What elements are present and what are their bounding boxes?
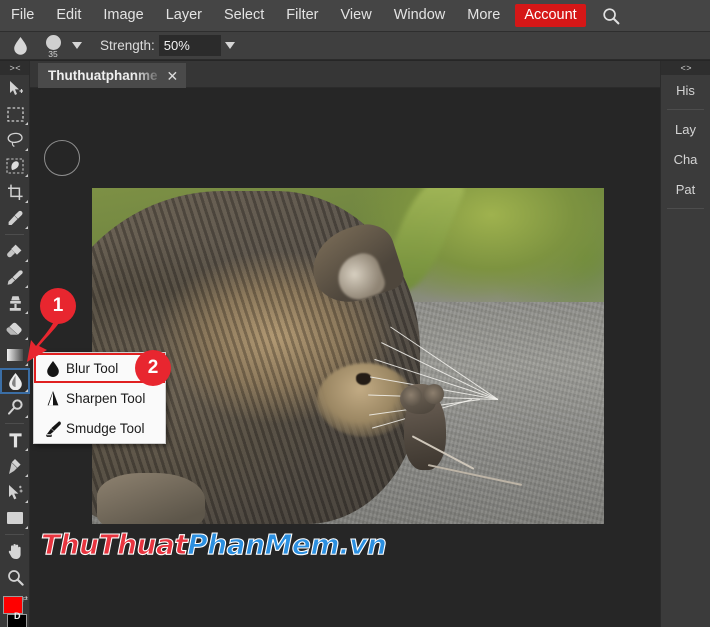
flyout-corner-icon bbox=[25, 148, 28, 151]
flyout-label-smudge-tool: Smudge Tool bbox=[66, 420, 145, 436]
blur-droplet-icon bbox=[8, 35, 32, 57]
app-window: File Edit Image Layer Select Filter View… bbox=[0, 0, 710, 627]
healing-tool[interactable] bbox=[0, 238, 30, 264]
flyout-corner-icon bbox=[25, 415, 28, 418]
menu-more[interactable]: More bbox=[456, 4, 511, 27]
brush-cursor-circle bbox=[44, 140, 80, 176]
brush-picker-chevron-down-icon[interactable] bbox=[72, 42, 82, 49]
photo-mouse bbox=[394, 376, 523, 487]
step-marker-2: 2 bbox=[135, 350, 171, 386]
watermark-part2: PhanMem.vn bbox=[187, 528, 388, 561]
account-button[interactable]: Account bbox=[515, 4, 586, 27]
flyout-corner-icon bbox=[25, 122, 28, 125]
brush-tool[interactable] bbox=[0, 264, 30, 290]
strength-picker-chevron-down-icon[interactable] bbox=[224, 42, 235, 49]
tool-options-bar: 35 Strength: 50% bbox=[0, 32, 710, 60]
move-tool[interactable] bbox=[0, 75, 30, 101]
flyout-corner-icon bbox=[25, 226, 28, 229]
eyedropper-tool[interactable] bbox=[0, 205, 30, 231]
right-panel-divider bbox=[667, 109, 704, 110]
toolbar-divider bbox=[5, 234, 24, 235]
path-select-tool[interactable] bbox=[0, 479, 30, 505]
flyout-corner-icon bbox=[25, 448, 28, 451]
flyout-corner-icon bbox=[25, 174, 28, 177]
smudge-finger-icon bbox=[40, 420, 66, 437]
menu-view[interactable]: View bbox=[330, 4, 383, 27]
panel-tab-history[interactable]: His bbox=[661, 75, 710, 105]
panel-tab-layers[interactable]: Lay bbox=[661, 114, 710, 144]
document-tab[interactable]: Thuthuatphanme ✕ bbox=[38, 63, 187, 88]
menu-bar: File Edit Image Layer Select Filter View… bbox=[0, 0, 710, 32]
hand-tool[interactable] bbox=[0, 538, 30, 564]
flyout-corner-icon bbox=[25, 526, 28, 529]
flyout-corner-icon bbox=[25, 474, 28, 477]
reset-colors-label[interactable]: D bbox=[14, 611, 21, 621]
brush-size-value: 35 bbox=[48, 49, 58, 59]
pen-tool[interactable] bbox=[0, 453, 30, 479]
toolbar-collapse-icon[interactable]: > < bbox=[0, 61, 29, 75]
close-icon[interactable]: ✕ bbox=[167, 69, 179, 83]
marquee-tool[interactable] bbox=[0, 101, 30, 127]
lasso-tool[interactable] bbox=[0, 127, 30, 153]
document-tab-title: Thuthuatphanme bbox=[48, 68, 158, 83]
flyout-label-sharpen-tool: Sharpen Tool bbox=[66, 390, 146, 406]
menu-file[interactable]: File bbox=[0, 4, 45, 27]
menu-select[interactable]: Select bbox=[213, 4, 275, 27]
watermark: ThuThuatPhanMem.vn bbox=[40, 528, 388, 561]
right-panel-divider bbox=[667, 208, 704, 209]
quick-select-tool[interactable] bbox=[0, 153, 30, 179]
photo-mouse-ear-left bbox=[402, 386, 423, 407]
toolbar-divider bbox=[5, 534, 24, 535]
panel-tab-paths[interactable]: Pat bbox=[661, 174, 710, 204]
menu-edit[interactable]: Edit bbox=[45, 4, 92, 27]
photo-mouse-head bbox=[400, 384, 445, 415]
watermark-part1: ThuThuat bbox=[40, 528, 188, 561]
menu-image[interactable]: Image bbox=[92, 4, 154, 27]
shape-tool[interactable] bbox=[0, 505, 30, 531]
flyout-corner-icon bbox=[25, 500, 28, 503]
dodge-tool[interactable] bbox=[0, 394, 30, 420]
strength-input[interactable]: 50% bbox=[158, 35, 221, 56]
menu-layer[interactable]: Layer bbox=[155, 4, 213, 27]
sharpen-cone-icon bbox=[40, 390, 66, 407]
document-tab-bar: Thuthuatphanme ✕ bbox=[30, 61, 660, 88]
flyout-item-sharpen-tool[interactable]: Sharpen Tool bbox=[34, 383, 165, 413]
blur-tool[interactable] bbox=[0, 368, 30, 394]
flyout-corner-icon bbox=[25, 389, 28, 392]
panel-tab-channels[interactable]: Cha bbox=[661, 144, 710, 174]
menu-window[interactable]: Window bbox=[383, 4, 457, 27]
flyout-corner-icon bbox=[25, 200, 28, 203]
toolbar-divider bbox=[5, 423, 24, 424]
crop-tool[interactable] bbox=[0, 179, 30, 205]
photo-mouse-ear-right bbox=[424, 384, 445, 405]
document-image[interactable] bbox=[92, 188, 604, 524]
menu-filter[interactable]: Filter bbox=[275, 4, 329, 27]
zoom-tool[interactable] bbox=[0, 564, 30, 590]
strength-label: Strength: bbox=[100, 38, 155, 53]
search-icon[interactable] bbox=[600, 5, 622, 27]
photo-cat-paw bbox=[97, 472, 206, 524]
right-panel: < > His Lay Cha Pat bbox=[660, 61, 710, 627]
flyout-item-smudge-tool[interactable]: Smudge Tool bbox=[34, 413, 165, 443]
type-tool[interactable] bbox=[0, 427, 30, 453]
brush-size-preview[interactable]: 35 bbox=[38, 34, 68, 58]
flyout-corner-icon bbox=[25, 285, 28, 288]
flyout-corner-icon bbox=[25, 259, 28, 262]
step-marker-1: 1 bbox=[40, 288, 76, 324]
color-swatches[interactable]: ⇄ D bbox=[0, 594, 30, 627]
brush-dot-icon bbox=[45, 34, 61, 50]
right-panel-collapse-icon[interactable]: < > bbox=[661, 61, 710, 75]
